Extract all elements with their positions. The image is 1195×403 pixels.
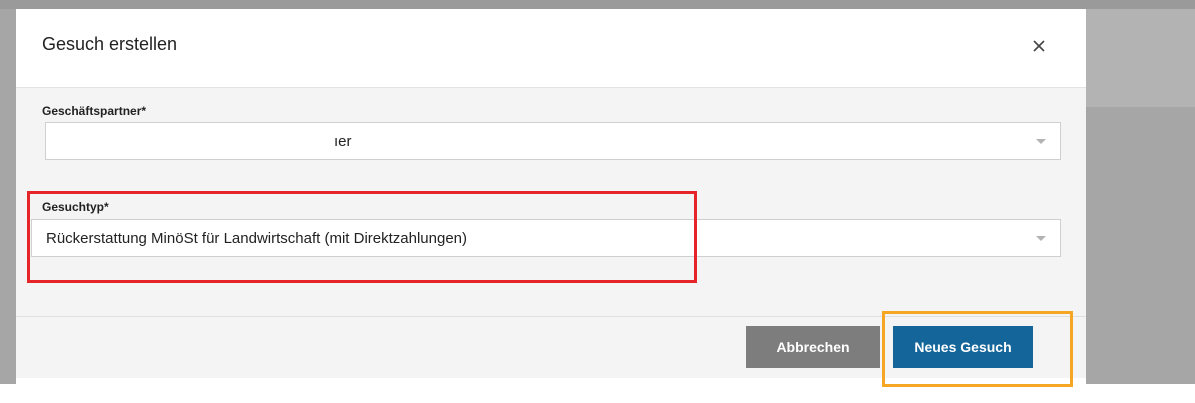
request-type-label: Gesuchtyp* <box>42 200 109 214</box>
backdrop-top <box>0 0 1195 9</box>
create-request-dialog: Gesuch erstellen Geschäftspartner* ıer G… <box>16 17 1086 378</box>
chevron-down-icon <box>1036 139 1046 144</box>
request-type-select[interactable]: Rückerstattung MinöSt für Landwirtschaft… <box>31 219 1061 257</box>
partner-value: ıer <box>334 133 352 150</box>
backdrop-left <box>0 9 16 384</box>
backdrop-right-lower <box>1086 107 1195 384</box>
new-request-button[interactable]: Neues Gesuch <box>893 326 1033 368</box>
backdrop-right <box>1086 9 1195 107</box>
backdrop-bottom <box>0 384 1195 403</box>
partner-label: Geschäftspartner* <box>42 104 147 118</box>
close-icon[interactable] <box>1028 35 1050 57</box>
partner-select[interactable]: ıer <box>45 122 1061 160</box>
dialog-title: Gesuch erstellen <box>42 34 178 54</box>
chevron-down-icon <box>1036 236 1046 241</box>
footer-divider <box>16 316 1086 317</box>
dialog-header: Gesuch erstellen <box>16 17 1086 88</box>
request-type-value: Rückerstattung MinöSt für Landwirtschaft… <box>46 230 468 247</box>
cancel-button[interactable]: Abbrechen <box>746 326 880 368</box>
